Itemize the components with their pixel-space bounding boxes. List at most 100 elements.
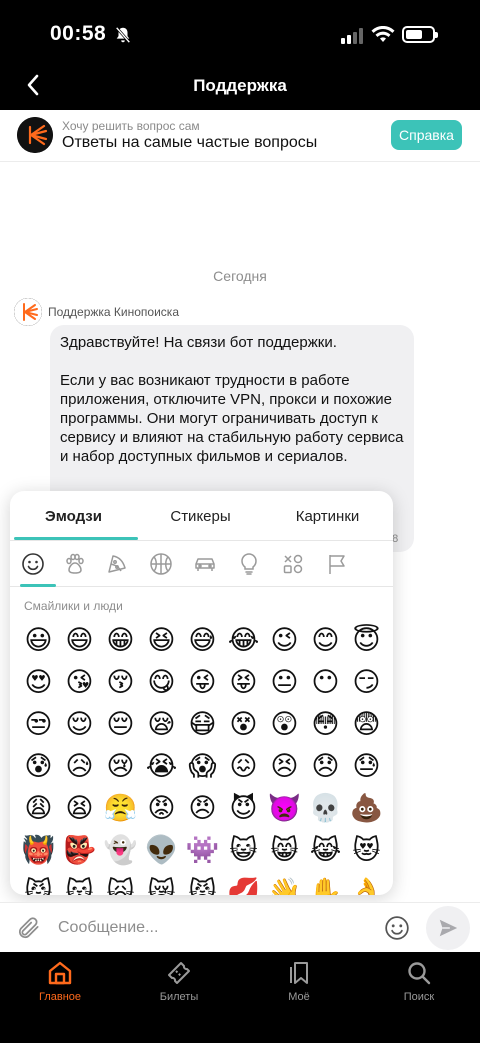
emoji-row: 👹 👺 👻 👽 👾 😺 😸 😹 😻 <box>18 829 388 871</box>
emoji-cell[interactable]: 😰 <box>18 745 59 787</box>
emoji-cell[interactable]: 😶 <box>305 661 346 703</box>
emoji-cell[interactable]: 😷 <box>182 703 223 745</box>
emoji-cell[interactable]: 😈 <box>223 787 264 829</box>
nav-search[interactable]: Поиск <box>379 960 459 1010</box>
emoji-cell[interactable]: 😺 <box>223 829 264 871</box>
emoji-cell[interactable]: 😇 <box>346 619 387 661</box>
emoji-cell[interactable]: 😣 <box>264 745 305 787</box>
emoji-cell[interactable]: 💀 <box>305 787 346 829</box>
emoji-cell[interactable]: 😖 <box>223 745 264 787</box>
tab-emoji[interactable]: Эмодзи <box>10 491 137 541</box>
emoji-cell[interactable]: 😠 <box>182 787 223 829</box>
emoji-cell[interactable]: 😓 <box>346 745 387 787</box>
emoji-toggle-icon[interactable] <box>384 915 410 941</box>
emoji-cell[interactable]: 😏 <box>346 661 387 703</box>
emoji-row: 😒 😌 😔 😪 😷 😵 😲 😳 😨 <box>18 703 388 745</box>
nav-label: Главное <box>38 991 82 1003</box>
emoji-cell[interactable]: 😡 <box>141 787 182 829</box>
emoji-cell[interactable]: 😁 <box>100 619 141 661</box>
emoji-cell[interactable]: 😔 <box>100 703 141 745</box>
emoji-cell[interactable]: 👽 <box>141 829 182 871</box>
pizza-icon[interactable] <box>104 551 130 577</box>
emoji-cell[interactable]: 😸 <box>264 829 305 871</box>
emoji-cell[interactable]: 😚 <box>100 661 141 703</box>
emoji-grid: 😃 😄 😁 😆 😅 😂 😉 😊 😇 😍 😘 😚 😋 😜 😝 😐 😶 😏 😒 😌 <box>18 619 388 896</box>
emoji-cell[interactable]: 😆 <box>141 619 182 661</box>
nav-label: Билеты <box>159 991 199 1003</box>
message-composer <box>0 902 480 952</box>
emoji-cell[interactable]: 😜 <box>182 661 223 703</box>
emoji-cell[interactable]: 👺 <box>59 829 100 871</box>
date-separator: Сегодня <box>213 268 267 284</box>
emoji-cell[interactable]: 😍 <box>18 661 59 703</box>
emoji-cell[interactable]: 😫 <box>59 787 100 829</box>
emoji-row: 😍 😘 😚 😋 😜 😝 😐 😶 😏 <box>18 661 388 703</box>
help-banner[interactable]: Хочу решить вопрос сам Ответы на самые ч… <box>0 110 480 162</box>
emoji-cell[interactable]: 😵 <box>223 703 264 745</box>
kinopoisk-logo-icon <box>17 117 53 153</box>
symbols-icon[interactable] <box>280 551 306 577</box>
nav-tickets[interactable]: Билеты <box>139 960 219 1010</box>
send-button[interactable] <box>426 906 470 950</box>
message-input[interactable] <box>58 915 368 941</box>
smiley-icon[interactable] <box>20 551 46 577</box>
emoji-cell[interactable]: 😳 <box>305 703 346 745</box>
emoji-cell[interactable]: 😭 <box>141 745 182 787</box>
emoji-cell[interactable]: 👹 <box>18 829 59 871</box>
emoji-cell[interactable]: 😪 <box>141 703 182 745</box>
emoji-cell[interactable]: 😿 <box>141 871 182 896</box>
nav-home[interactable]: Главное <box>20 960 100 1010</box>
emoji-cell[interactable]: 😝 <box>223 661 264 703</box>
emoji-cell[interactable]: 💩 <box>346 787 387 829</box>
emoji-cell[interactable]: 😨 <box>346 703 387 745</box>
emoji-cell[interactable]: ✋ <box>305 871 346 895</box>
flag-icon[interactable] <box>324 551 350 577</box>
active-tab-indicator <box>14 537 138 540</box>
emoji-cell[interactable]: 😩 <box>18 787 59 829</box>
emoji-cell[interactable]: 😹 <box>305 829 346 871</box>
emoji-cell[interactable]: 😤 <box>100 787 141 829</box>
emoji-cell[interactable]: 😲 <box>264 703 305 745</box>
emoji-cell[interactable]: 👌 <box>346 871 387 895</box>
emoji-cell[interactable]: 😞 <box>305 745 346 787</box>
emoji-cell[interactable]: 😄 <box>59 619 100 661</box>
tab-pictures[interactable]: Картинки <box>264 491 391 541</box>
top-bar: 00:58 Поддержка <box>0 0 480 110</box>
emoji-cell[interactable]: 👋 <box>264 871 305 895</box>
emoji-cell[interactable]: 😃 <box>18 619 59 661</box>
emoji-cell[interactable]: 😾 <box>182 871 223 896</box>
lightbulb-icon[interactable] <box>236 551 262 577</box>
emoji-cell[interactable]: 😥 <box>59 745 100 787</box>
emoji-row: 😰 😥 😢 😭 😱 😖 😣 😞 😓 <box>18 745 388 787</box>
nav-mine[interactable]: Моё <box>259 960 339 1010</box>
emoji-cell[interactable]: 😂 <box>223 619 264 661</box>
car-icon[interactable] <box>192 551 218 577</box>
nav-label: Моё <box>288 991 310 1003</box>
paperclip-icon[interactable] <box>16 915 42 941</box>
emoji-cell[interactable]: 😉 <box>264 619 305 661</box>
emoji-cell[interactable]: 😒 <box>18 703 59 745</box>
emoji-cell[interactable]: 😼 <box>18 871 59 896</box>
tab-stickers[interactable]: Стикеры <box>137 491 264 541</box>
banner-title: Ответы на самые частые вопросы <box>62 134 318 151</box>
emoji-cell[interactable]: 😋 <box>141 661 182 703</box>
emoji-cell[interactable]: 👻 <box>100 829 141 871</box>
emoji-cell[interactable]: 😊 <box>305 619 346 661</box>
emoji-cell[interactable]: 😘 <box>59 661 100 703</box>
emoji-cell[interactable]: 😅 <box>182 619 223 661</box>
paw-icon[interactable] <box>62 551 88 577</box>
emoji-cell[interactable]: 🙀 <box>100 871 141 896</box>
basketball-icon[interactable] <box>148 551 174 577</box>
emoji-cell[interactable]: 😱 <box>182 745 223 787</box>
emoji-cell[interactable]: 😻 <box>346 829 387 871</box>
emoji-cell[interactable]: 😐 <box>264 661 305 703</box>
emoji-row: 😼 😽 🙀 😿 😾 💋 👋 ✋ 👌 <box>18 871 388 896</box>
emoji-cell[interactable]: 👾 <box>182 829 223 871</box>
emoji-cell[interactable]: 😌 <box>59 703 100 745</box>
sender-name: Поддержка Кинопоиска <box>48 305 179 319</box>
emoji-cell[interactable]: 😽 <box>59 871 100 896</box>
help-button[interactable]: Справка <box>391 120 462 150</box>
emoji-cell[interactable]: 😢 <box>100 745 141 787</box>
emoji-cell[interactable]: 💋 <box>223 871 264 895</box>
emoji-cell[interactable]: 👿 <box>264 787 305 829</box>
